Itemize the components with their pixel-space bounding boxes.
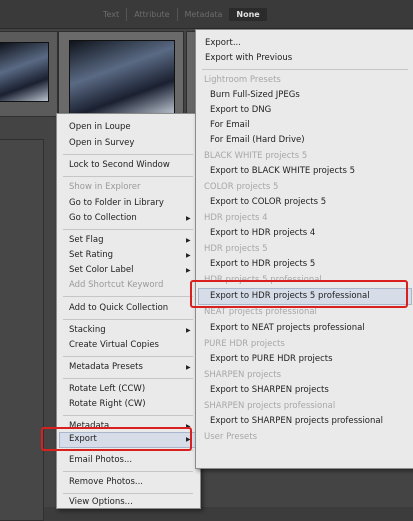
menu-metadata-presets[interactable]: Metadata Presets	[57, 360, 143, 374]
menu-separator	[63, 296, 193, 297]
submenu-arrow-icon: ▶	[186, 237, 191, 244]
preset-group-user-presets: User Presets	[204, 432, 258, 442]
menu-separator	[63, 319, 193, 320]
menu-lock-to-second-window[interactable]: Lock to Second Window	[57, 158, 170, 172]
preset-export-sharpen-professional[interactable]: Export to SHARPEN projects professional	[196, 414, 383, 428]
filter-tab-attribute[interactable]: Attribute	[126, 8, 176, 21]
menu-separator	[63, 493, 193, 494]
preset-export-sharpen[interactable]: Export to SHARPEN projects	[196, 383, 329, 397]
menu-add-to-quick-collection[interactable]: Add to Quick Collection	[57, 301, 168, 315]
menu-separator	[63, 471, 193, 472]
menu-separator	[63, 415, 193, 416]
preset-export-color-5[interactable]: Export to COLOR projects 5	[196, 195, 326, 209]
menu-set-flag[interactable]: Set Flag	[57, 233, 104, 247]
preset-burn-full-sized-jpegs[interactable]: Burn Full-Sized JPEGs	[196, 88, 300, 102]
menu-show-in-explorer: Show in Explorer	[69, 182, 141, 192]
grid-cell[interactable]	[58, 31, 184, 117]
library-filter-bar: Text Attribute Metadata None	[0, 0, 413, 29]
annotation-box-hdr-professional	[190, 280, 408, 308]
preset-export-hdr-5[interactable]: Export to HDR projects 5	[196, 257, 315, 271]
preset-export-to-dng[interactable]: Export to DNG	[196, 103, 271, 117]
grid-cell[interactable]	[0, 31, 58, 117]
menu-create-virtual-copies[interactable]: Create Virtual Copies	[57, 338, 159, 352]
submenu-export[interactable]: Export...	[196, 36, 241, 50]
preset-group-lightroom: Lightroom Presets	[204, 75, 281, 85]
export-submenu: Export... Export with Previous Lightroom…	[195, 29, 413, 469]
grid-cell[interactable]	[0, 139, 44, 521]
menu-rotate-right[interactable]: Rotate Right (CW)	[57, 397, 146, 411]
filter-tab-text[interactable]: Text	[96, 8, 126, 21]
preset-group-hdr-4: HDR projects 4	[204, 213, 268, 223]
menu-set-rating[interactable]: Set Rating	[57, 248, 113, 262]
submenu-arrow-icon: ▶	[186, 252, 191, 259]
menu-add-shortcut-keyword: Add Shortcut Keyword	[69, 280, 164, 290]
preset-export-neat-professional[interactable]: Export to NEAT projects professional	[196, 321, 365, 335]
menu-go-to-collection[interactable]: Go to Collection	[57, 211, 137, 225]
menu-separator	[63, 176, 193, 177]
menu-separator	[63, 378, 193, 379]
filter-tab-metadata[interactable]: Metadata	[176, 8, 230, 21]
preset-group-pure-hdr: PURE HDR projects	[204, 339, 285, 349]
photo-thumbnail[interactable]	[69, 40, 175, 114]
filter-tab-none[interactable]: None	[229, 8, 267, 21]
menu-separator	[63, 229, 193, 230]
preset-group-hdr-5: HDR projects 5	[204, 244, 268, 254]
menu-rotate-left[interactable]: Rotate Left (CCW)	[57, 382, 145, 396]
annotation-box-export	[41, 427, 192, 451]
menu-set-color-label[interactable]: Set Color Label	[57, 263, 134, 277]
preset-export-hdr-4[interactable]: Export to HDR projects 4	[196, 226, 315, 240]
menu-remove-photos[interactable]: Remove Photos...	[57, 475, 143, 489]
submenu-export-with-previous[interactable]: Export with Previous	[196, 51, 292, 65]
preset-group-color-5: COLOR projects 5	[204, 182, 279, 192]
preset-for-email-hard-drive[interactable]: For Email (Hard Drive)	[196, 133, 305, 147]
menu-go-to-folder[interactable]: Go to Folder in Library	[57, 196, 164, 210]
menu-email-photos[interactable]: Email Photos...	[57, 453, 132, 467]
photo-thumbnail[interactable]	[0, 42, 49, 102]
preset-group-sharpen-professional: SHARPEN projects professional	[204, 401, 336, 411]
submenu-arrow-icon: ▶	[186, 364, 191, 371]
menu-separator	[63, 356, 193, 357]
submenu-arrow-icon: ▶	[186, 327, 191, 334]
submenu-arrow-icon: ▶	[186, 215, 191, 222]
submenu-arrow-icon: ▶	[186, 267, 191, 274]
preset-for-email[interactable]: For Email	[196, 118, 250, 132]
filter-tabs: Text Attribute Metadata None	[96, 8, 267, 21]
menu-open-in-loupe[interactable]: Open in Loupe	[57, 120, 131, 134]
preset-group-black-white-5: BLACK WHITE projects 5	[204, 151, 308, 161]
preset-export-black-white-5[interactable]: Export to BLACK WHITE projects 5	[196, 164, 355, 178]
submenu-separator	[202, 69, 408, 70]
menu-stacking[interactable]: Stacking	[57, 323, 106, 337]
preset-export-pure-hdr[interactable]: Export to PURE HDR projects	[196, 352, 333, 366]
preset-group-sharpen: SHARPEN projects	[204, 370, 281, 380]
menu-separator	[63, 154, 193, 155]
menu-open-in-survey[interactable]: Open in Survey	[57, 136, 134, 150]
